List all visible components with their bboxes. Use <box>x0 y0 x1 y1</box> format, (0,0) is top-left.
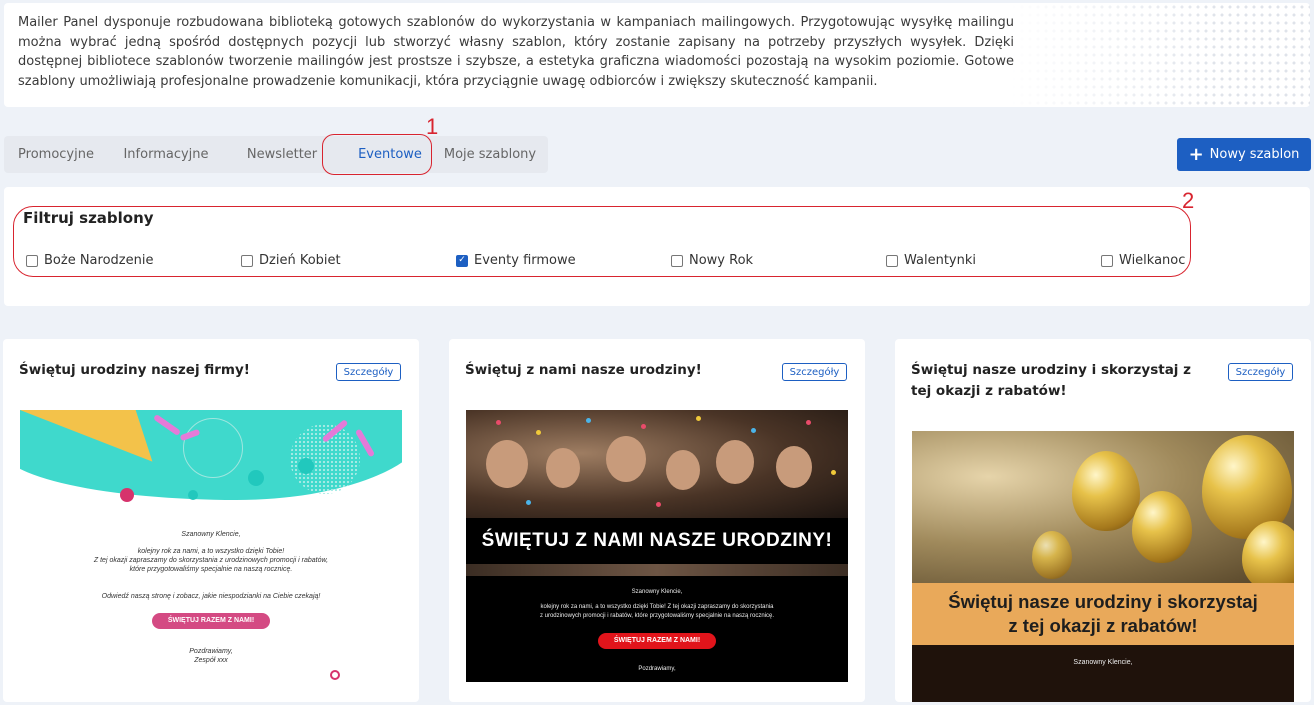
preview-signature: Pozdrawiamy, <box>189 648 233 655</box>
preview-line: Odwiedź naszą stronę i zobacz, jakie nie… <box>101 593 321 600</box>
preview-body: Szanowny Klencie, kolejny rok za nami, a… <box>466 576 848 682</box>
plus-icon: + <box>1188 143 1204 165</box>
filter-panel: Filtruj szablony Boże Narodzenie Dzień K… <box>4 187 1310 306</box>
intro-panel: Mailer Panel dysponuje rozbudowana bibli… <box>4 3 1310 107</box>
tab-eventowe[interactable]: Eventowe <box>340 147 440 162</box>
template-preview[interactable]: Szanowny Klencie, kolejny rok za nami, a… <box>20 410 402 682</box>
annotation-number-1: 1 <box>426 114 439 139</box>
preview-cta-button: ŚWIĘTUJ RAZEM Z NAMI! <box>598 633 716 649</box>
details-button[interactable]: Szczegóły <box>1228 363 1293 381</box>
checkbox-icon[interactable] <box>26 254 38 267</box>
tab-informacyjne[interactable]: Informacyjne <box>108 147 224 162</box>
preview-greeting: Szanowny Klencie, <box>181 531 241 538</box>
preview-header-graphic <box>20 410 402 506</box>
filter-boze-narodzenie[interactable]: Boże Narodzenie <box>26 253 153 268</box>
preview-greeting: Szanowny Klencie, <box>1073 659 1133 666</box>
tab-newsletter[interactable]: Newsletter <box>224 147 340 162</box>
checkbox-label: Dzień Kobiet <box>259 253 341 268</box>
checkbox-label: Boże Narodzenie <box>44 253 154 268</box>
checkbox-checked-icon[interactable]: ✓ <box>456 254 468 267</box>
template-card[interactable]: Świętuj nasze urodziny i skorzystaj z te… <box>895 339 1311 702</box>
preview-line: z urodzinowych promocji i rabatów, które… <box>539 613 775 619</box>
checkbox-label: Eventy firmowe <box>474 253 576 268</box>
template-preview[interactable]: ŚWIĘTUJ Z NAMI NASZE URODZINY! Szanowny … <box>466 410 848 682</box>
template-preview[interactable]: Świętuj nasze urodziny i skorzystaj z te… <box>912 431 1294 702</box>
intro-text: Mailer Panel dysponuje rozbudowana bibli… <box>18 15 1014 89</box>
tab-moje-szablony[interactable]: Moje szablony <box>440 147 540 162</box>
preview-signature: Zespół xxx <box>194 657 228 664</box>
preview-headline: Świętuj nasze urodziny i skorzystaj z te… <box>912 583 1294 645</box>
preview-line: kolejny rok za nami, a to wszystko dzięk… <box>540 604 774 610</box>
filter-eventy-firmowe[interactable]: ✓ Eventy firmowe <box>456 253 576 268</box>
filter-walentynki[interactable]: Walentynki <box>886 253 976 268</box>
preview-greeting: Szanowny Klencie, <box>631 589 683 595</box>
preview-line: Z tej okazji zapraszamy do skorzystania … <box>93 557 329 564</box>
template-title: Świętuj z nami nasze urodziny! <box>465 362 702 378</box>
template-card[interactable]: Świętuj urodziny naszej firmy! Szczegóły… <box>3 339 419 702</box>
new-template-label: Nowy szablon <box>1209 147 1300 162</box>
template-title: Świętuj urodziny naszej firmy! <box>19 362 250 378</box>
template-card[interactable]: Świętuj z nami nasze urodziny! Szczegóły… <box>449 339 865 702</box>
preview-line: które przygotowaliśmy specjalnie na nasz… <box>129 566 293 573</box>
decorative-swirl-icon <box>330 670 340 680</box>
decorative-dot-pattern <box>1010 3 1310 107</box>
annotation-number-2: 2 <box>1182 188 1195 213</box>
checkbox-label: Nowy Rok <box>689 253 754 268</box>
filter-nowy-rok[interactable]: Nowy Rok <box>671 253 753 268</box>
preview-cta-button: ŚWIĘTUJ RAZEM Z NAMI! <box>152 613 270 629</box>
new-template-button[interactable]: + Nowy szablon <box>1177 138 1311 171</box>
preview-headline: ŚWIĘTUJ Z NAMI NASZE URODZINY! <box>466 518 848 564</box>
preview-party-photo <box>466 410 848 518</box>
details-button[interactable]: Szczegóły <box>336 363 401 381</box>
preview-headline-line: Świętuj nasze urodziny i skorzystaj <box>948 591 1258 612</box>
details-button[interactable]: Szczegóły <box>782 363 847 381</box>
preview-body: Szanowny Klencie, kolejny rok za nami, a… <box>20 506 402 682</box>
preview-signature: Pozdrawiamy, <box>638 666 676 672</box>
preview-body: Szanowny Klencie, <box>912 645 1294 702</box>
checkbox-icon[interactable] <box>241 254 253 267</box>
checkbox-label: Walentynki <box>904 253 977 268</box>
preview-line: kolejny rok za nami, a to wszystko dzięk… <box>137 548 285 555</box>
preview-headline-line: z tej okazji z rabatów! <box>1008 615 1198 636</box>
filter-dzien-kobiet[interactable]: Dzień Kobiet <box>241 253 341 268</box>
checkbox-icon[interactable] <box>886 254 898 267</box>
filter-checkboxes: Boże Narodzenie Dzień Kobiet ✓ Eventy fi… <box>26 253 1186 269</box>
preview-divider <box>466 564 848 576</box>
checkbox-label: Wielkanoc <box>1119 253 1186 268</box>
checkbox-icon[interactable] <box>1101 254 1113 267</box>
template-title: Świętuj nasze urodziny i skorzystaj z te… <box>911 362 1191 399</box>
filter-wielkanoc[interactable]: Wielkanoc <box>1101 253 1185 268</box>
preview-balloons-photo <box>912 431 1294 583</box>
category-tabs: Promocyjne Informacyjne Newsletter Event… <box>4 136 548 173</box>
tab-promocyjne[interactable]: Promocyjne <box>4 147 108 162</box>
checkbox-icon[interactable] <box>671 254 683 267</box>
filter-title: Filtruj szablony <box>23 209 154 227</box>
